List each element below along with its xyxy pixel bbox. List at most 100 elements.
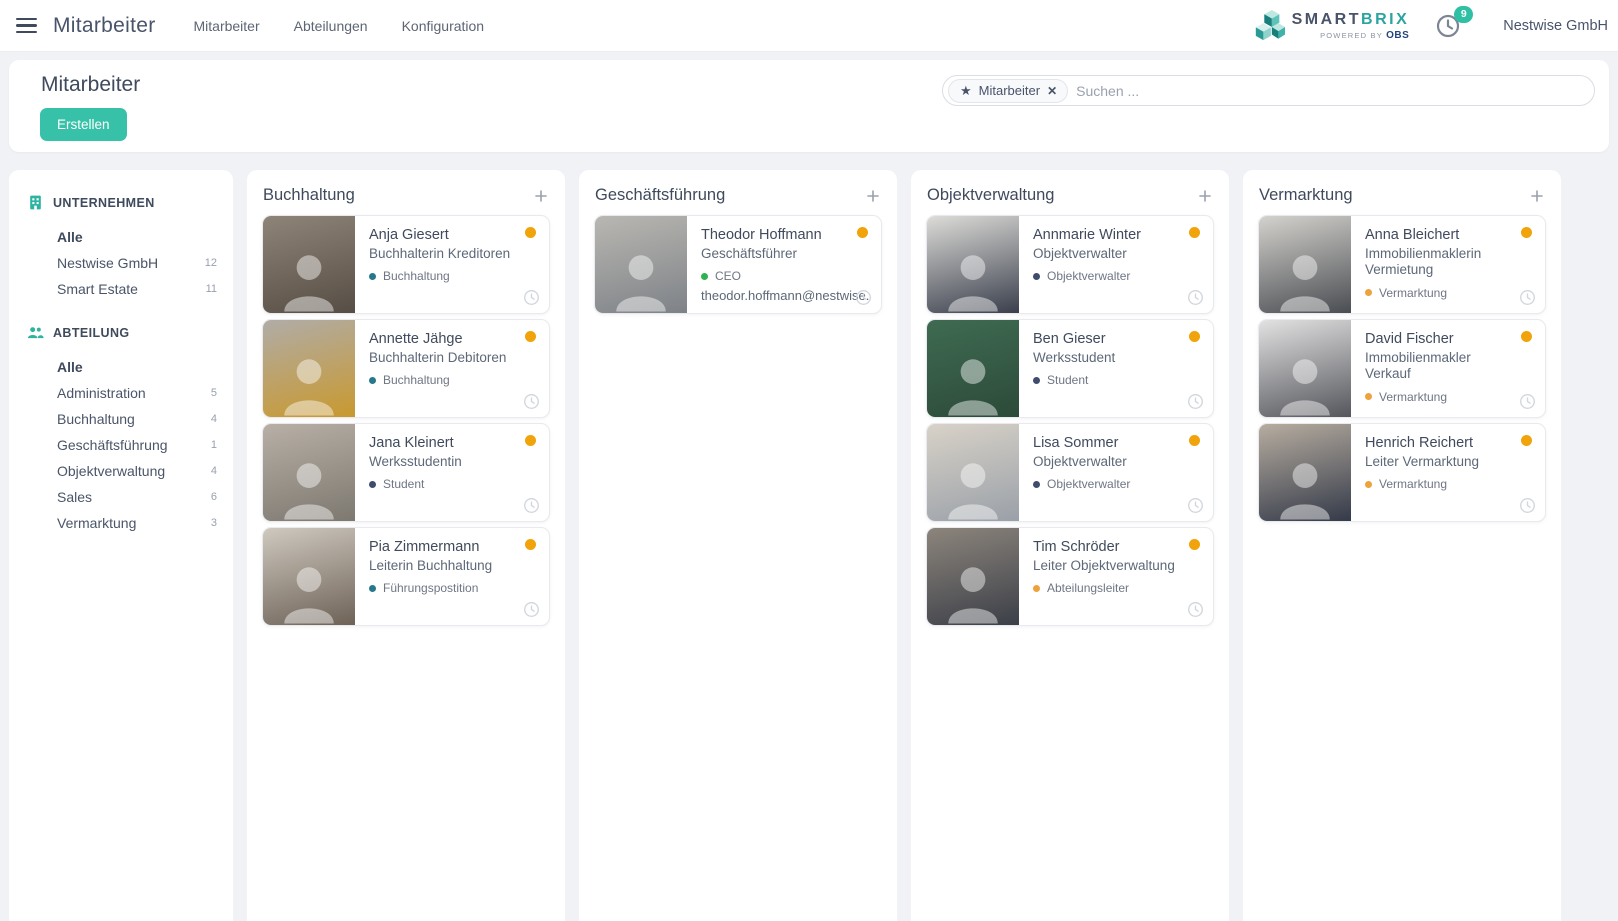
schedule-activity-icon[interactable]: [1519, 289, 1536, 306]
employee-name[interactable]: Henrich Reichert: [1365, 435, 1519, 451]
schedule-activity-icon[interactable]: [1519, 497, 1536, 514]
employee-photo: [263, 528, 355, 625]
employee-photo: [263, 320, 355, 417]
schedule-activity-icon[interactable]: [523, 393, 540, 410]
person-silhouette-icon: [948, 255, 998, 312]
sidebar-item-abteilung-alle[interactable]: Alle: [27, 354, 219, 380]
sidebar-item-objektverwaltung[interactable]: Objektverwaltung 4: [27, 458, 219, 484]
employee-job-title: Objektverwalter: [1033, 454, 1127, 469]
employee-card[interactable]: Anja Giesert Buchhalterin Kreditoren Buc…: [262, 215, 550, 314]
sidebar-item-unternehmen-alle[interactable]: Alle: [27, 224, 219, 250]
employee-card[interactable]: Ben Gieser Werksstudent Student: [926, 319, 1214, 418]
employee-job-title: Immobilienmaklerin Vermietung: [1365, 246, 1482, 278]
employee-name[interactable]: Pia Zimmermann: [369, 539, 523, 555]
employee-card[interactable]: Annmarie Winter Objektverwalter Objektve…: [926, 215, 1214, 314]
schedule-activity-icon[interactable]: [523, 601, 540, 618]
page-title: Mitarbeiter: [41, 73, 141, 96]
person-silhouette-icon: [284, 359, 334, 416]
person-silhouette-icon: [948, 359, 998, 416]
plus-icon: [1531, 189, 1543, 202]
schedule-activity-icon[interactable]: [523, 289, 540, 306]
search-bar[interactable]: ★ Mitarbeiter ✕: [942, 75, 1595, 106]
add-card-button[interactable]: [535, 189, 547, 202]
activity-clock-button[interactable]: 9: [1435, 5, 1474, 39]
sidebar-item-label: Objektverwaltung: [57, 463, 166, 479]
employee-card[interactable]: Theodor Hoffmann Geschäftsführer CEO the…: [594, 215, 882, 314]
tag-label: Führungspostition: [383, 581, 479, 596]
employee-photo: [927, 320, 1019, 417]
kanban-column-objektverwaltung: Objektverwaltung Annmarie Winter Objektv…: [911, 170, 1229, 921]
add-card-button[interactable]: [1199, 189, 1211, 202]
search-input[interactable]: [1076, 82, 1582, 99]
employee-photo: [1259, 424, 1351, 521]
schedule-activity-icon[interactable]: [1187, 289, 1204, 306]
employee-name[interactable]: Anja Giesert: [369, 227, 523, 243]
presence-status-dot: [525, 331, 536, 342]
add-card-button[interactable]: [867, 189, 879, 202]
hamburger-menu-icon[interactable]: [16, 17, 37, 34]
person-silhouette-icon: [1280, 255, 1330, 312]
sidebar-item-count: 4: [210, 465, 217, 477]
presence-status-dot: [525, 435, 536, 446]
sidebar-item-nestwise-gmbh[interactable]: Nestwise GmbH 12: [27, 250, 219, 276]
presence-status-dot: [1189, 539, 1200, 550]
person-silhouette-icon: [1280, 463, 1330, 520]
sidebar-item-vermarktung[interactable]: Vermarktung 3: [27, 510, 219, 536]
column-title: Geschäftsführung: [595, 186, 726, 204]
logo-tagline: POWERED BY OBS: [1320, 29, 1410, 41]
company-switcher[interactable]: Nestwise GmbH: [1503, 18, 1608, 34]
facet-label: Mitarbeiter: [978, 83, 1041, 98]
schedule-activity-icon[interactable]: [523, 497, 540, 514]
employee-card[interactable]: Anna Bleichert Immobilienmaklerin Vermie…: [1258, 215, 1546, 314]
schedule-activity-icon[interactable]: [1187, 497, 1204, 514]
employee-name[interactable]: Tim Schröder: [1033, 539, 1187, 555]
employee-email: theodor.hoffmann@nestwise...: [701, 288, 869, 304]
create-button[interactable]: Erstellen: [40, 108, 127, 141]
menu-item-abteilungen[interactable]: Abteilungen: [294, 0, 368, 52]
employee-card[interactable]: Annette Jähge Buchhalterin Debitoren Buc…: [262, 319, 550, 418]
facet-remove-icon[interactable]: ✕: [1047, 84, 1057, 98]
employee-card[interactable]: David Fischer Immobilienmakler Verkauf V…: [1258, 319, 1546, 418]
search-facet-mitarbeiter[interactable]: ★ Mitarbeiter ✕: [948, 78, 1069, 103]
employee-card[interactable]: Tim Schröder Leiter Objektverwaltung Abt…: [926, 527, 1214, 626]
tag-label: Vermarktung: [1379, 389, 1448, 404]
sidebar-item-administration[interactable]: Administration 5: [27, 380, 219, 406]
employee-name[interactable]: Anna Bleichert: [1365, 227, 1519, 243]
sidebar-item-buchhaltung[interactable]: Buchhaltung 4: [27, 406, 219, 432]
employee-photo: [263, 424, 355, 521]
employee-card[interactable]: Henrich Reichert Leiter Vermarktung Verm…: [1258, 423, 1546, 522]
employee-name[interactable]: Annette Jähge: [369, 331, 523, 347]
employee-name[interactable]: Annmarie Winter: [1033, 227, 1187, 243]
employee-name[interactable]: David Fischer: [1365, 331, 1519, 347]
employee-name[interactable]: Lisa Sommer: [1033, 435, 1187, 451]
employee-job-title: Objektverwalter: [1033, 246, 1127, 261]
menu-item-mitarbeiter[interactable]: Mitarbeiter: [194, 0, 260, 52]
employee-name[interactable]: Ben Gieser: [1033, 331, 1187, 347]
sidebar-item-smart-estate[interactable]: Smart Estate 11: [27, 276, 219, 302]
employee-name[interactable]: Theodor Hoffmann: [701, 227, 869, 243]
sidebar-item-sales[interactable]: Sales 6: [27, 484, 219, 510]
employee-card[interactable]: Pia Zimmermann Leiterin Buchhaltung Führ…: [262, 527, 550, 626]
sidebar-item-label: Administration: [57, 385, 146, 401]
sidebar-item-geschaeftsfuehrung[interactable]: Geschäftsführung 1: [27, 432, 219, 458]
kanban-column-buchhaltung: Buchhaltung Anja Giesert Buchhalterin Kr…: [247, 170, 565, 921]
star-icon: ★: [960, 82, 972, 98]
employee-photo: [595, 216, 687, 313]
schedule-activity-icon[interactable]: [1187, 601, 1204, 618]
schedule-activity-icon[interactable]: [1187, 393, 1204, 410]
tag-dot-icon: [1033, 480, 1040, 488]
tag-dot-icon: [1365, 289, 1372, 297]
sidebar-section-title: UNTERNEHMEN: [53, 195, 155, 210]
sidebar-item-count: 12: [204, 257, 217, 269]
tag-dot-icon: [701, 272, 708, 280]
sidebar-section-title: ABTEILUNG: [53, 325, 130, 340]
employee-name[interactable]: Jana Kleinert: [369, 435, 523, 451]
employee-card[interactable]: Jana Kleinert Werksstudentin Student: [262, 423, 550, 522]
employee-job-title: Leiterin Buchhaltung: [369, 558, 493, 573]
schedule-activity-icon[interactable]: [855, 289, 872, 306]
employee-tag: Abteilungsleiter: [1033, 581, 1187, 595]
add-card-button[interactable]: [1531, 189, 1543, 202]
employee-card[interactable]: Lisa Sommer Objektverwalter Objektverwal…: [926, 423, 1214, 522]
schedule-activity-icon[interactable]: [1519, 393, 1536, 410]
menu-item-konfiguration[interactable]: Konfiguration: [402, 0, 485, 52]
